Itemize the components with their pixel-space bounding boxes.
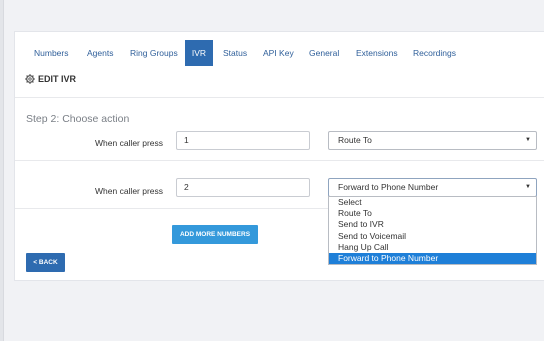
tab-api-key[interactable]: API Key bbox=[263, 40, 294, 66]
back-button[interactable]: < BACK bbox=[26, 253, 65, 272]
row2-action-value: Forward to Phone Number bbox=[338, 182, 439, 192]
tab-bar: Numbers Agents Ring Groups IVR Status AP… bbox=[15, 32, 544, 66]
row1-number-input[interactable]: 1 bbox=[176, 131, 310, 150]
tab-ring-groups[interactable]: Ring Groups bbox=[130, 40, 178, 66]
step-title: Step 2: Choose action bbox=[26, 113, 130, 125]
dropdown-option[interactable]: Send to Voicemail bbox=[329, 231, 536, 242]
dropdown-option[interactable]: Hang Up Call bbox=[329, 242, 536, 253]
chevron-down-icon: ▼ bbox=[525, 184, 531, 190]
tab-general[interactable]: General bbox=[309, 40, 339, 66]
section-divider bbox=[15, 97, 544, 98]
add-more-numbers-button[interactable]: ADD MORE NUMBERS bbox=[172, 225, 258, 244]
row1-label: When caller press bbox=[95, 138, 164, 148]
tab-extensions[interactable]: Extensions bbox=[356, 40, 398, 66]
tab-recordings[interactable]: Recordings bbox=[413, 40, 456, 66]
row2-number-input[interactable]: 2 bbox=[176, 178, 310, 197]
tab-status[interactable]: Status bbox=[223, 40, 247, 66]
dropdown-option[interactable]: Select bbox=[329, 197, 536, 208]
action-dropdown-list: Select Route To Send to IVR Send to Voic… bbox=[328, 196, 537, 266]
ivr-card: Numbers Agents Ring Groups IVR Status AP… bbox=[14, 31, 544, 281]
row-divider-2 bbox=[15, 208, 328, 209]
dropdown-option[interactable]: Send to IVR bbox=[329, 219, 536, 230]
dropdown-option-selected[interactable]: Forward to Phone Number bbox=[329, 252, 536, 265]
section-header: EDIT IVR bbox=[25, 74, 76, 84]
section-title: EDIT IVR bbox=[38, 74, 77, 84]
row1-action-value: Route To bbox=[338, 135, 372, 145]
gear-icon bbox=[25, 74, 35, 84]
dropdown-option[interactable]: Route To bbox=[329, 208, 536, 219]
chevron-down-icon: ▼ bbox=[525, 137, 531, 143]
row-divider bbox=[15, 160, 544, 161]
tab-ivr[interactable]: IVR bbox=[185, 40, 213, 66]
tab-numbers[interactable]: Numbers bbox=[34, 40, 68, 66]
row2-label: When caller press bbox=[95, 186, 164, 196]
tab-agents[interactable]: Agents bbox=[87, 40, 113, 66]
left-edge-strip bbox=[0, 0, 4, 341]
row2-action-select[interactable]: Forward to Phone Number ▼ bbox=[328, 178, 537, 197]
row1-action-select[interactable]: Route To ▼ bbox=[328, 131, 537, 150]
